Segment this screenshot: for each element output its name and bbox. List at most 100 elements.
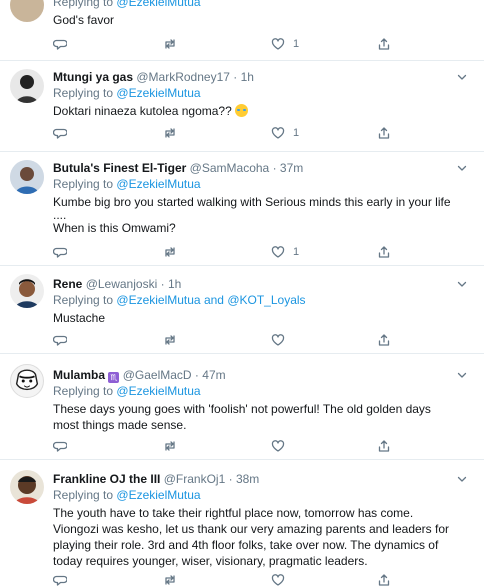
- tweet[interactable]: Replying to @EzekielMutua God's favor 1: [0, 0, 484, 61]
- reply-button[interactable]: [53, 438, 67, 454]
- tweet-header: Mulamba ♏ @GaelMacD · 47m: [53, 368, 226, 383]
- mention-link[interactable]: @EzekielMutua: [116, 177, 200, 191]
- retweet-button[interactable]: [163, 332, 177, 348]
- display-name[interactable]: Butula's Finest El-Tiger: [53, 161, 186, 175]
- tweet-actions: 1: [53, 244, 413, 260]
- tweet-actions: 1: [53, 125, 413, 141]
- reply-icon: [53, 575, 67, 586]
- share-button[interactable]: [377, 572, 391, 588]
- tweet-header: Butula's Finest El-Tiger @SamMacoha · 37…: [53, 161, 304, 175]
- tweet[interactable]: Mulamba ♏ @GaelMacD · 47m Replying to @E…: [0, 354, 484, 460]
- like-button[interactable]: 1: [271, 244, 299, 260]
- user-handle[interactable]: @FrankOj1: [164, 472, 226, 486]
- retweet-icon: [165, 575, 175, 585]
- user-handle[interactable]: @SamMacoha: [190, 161, 270, 175]
- chevron-down-icon[interactable]: [456, 369, 468, 381]
- avatar[interactable]: [10, 69, 44, 103]
- tweet[interactable]: Frankline OJ the III @FrankOj1 · 38m Rep…: [0, 460, 484, 587]
- avatar[interactable]: [10, 364, 44, 398]
- like-button[interactable]: [271, 572, 285, 588]
- timestamp[interactable]: 38m: [236, 472, 259, 486]
- display-name[interactable]: Mulamba: [53, 368, 105, 382]
- like-button[interactable]: [271, 438, 285, 454]
- avatar[interactable]: [10, 274, 44, 308]
- replying-to: Replying to @EzekielMutua: [53, 86, 201, 100]
- like-icon: [271, 334, 285, 346]
- timestamp[interactable]: 1h: [241, 70, 254, 84]
- mention-link[interactable]: @EzekielMutua: [116, 0, 200, 9]
- tweet[interactable]: Rene @Lewanjoski · 1h Replying to @Ezeki…: [0, 266, 484, 354]
- tweet-actions: [53, 572, 413, 588]
- share-icon: [378, 127, 390, 139]
- retweet-icon: [165, 128, 175, 138]
- share-icon: [378, 440, 390, 452]
- like-count: 1: [293, 246, 300, 258]
- avatar[interactable]: [10, 160, 44, 194]
- like-button[interactable]: 1: [271, 125, 299, 141]
- user-handle[interactable]: @Lewanjoski: [86, 277, 158, 291]
- reply-icon: [53, 128, 67, 139]
- laughing-emoji-icon: [235, 104, 249, 117]
- tweet-text: Doktari ninaeza kutolea ngoma??: [53, 103, 470, 119]
- tweet-header: Rene @Lewanjoski · 1h: [53, 277, 182, 291]
- reply-button[interactable]: [53, 36, 67, 52]
- tweet-header: Mtungi ya gas @MarkRodney17 · 1h: [53, 70, 254, 84]
- timestamp[interactable]: 37m: [280, 161, 303, 175]
- chevron-down-icon[interactable]: [456, 71, 468, 83]
- like-icon: [271, 127, 285, 139]
- like-button[interactable]: 1: [271, 36, 299, 52]
- reply-button[interactable]: [53, 244, 67, 260]
- mention-link[interactable]: @EzekielMutua: [116, 488, 200, 502]
- reply-icon: [53, 247, 67, 258]
- avatar[interactable]: [10, 0, 44, 22]
- retweet-icon: [165, 441, 175, 451]
- reply-button[interactable]: [53, 332, 67, 348]
- retweet-icon: [165, 39, 175, 49]
- retweet-button[interactable]: [163, 244, 177, 260]
- tweet-actions: [53, 438, 413, 454]
- tweet[interactable]: Butula's Finest El-Tiger @SamMacoha · 37…: [0, 152, 484, 266]
- retweet-icon: [165, 247, 175, 257]
- like-icon: [271, 246, 285, 258]
- avatar[interactable]: [10, 470, 44, 504]
- share-button[interactable]: [377, 438, 391, 454]
- chevron-down-icon[interactable]: [456, 473, 468, 485]
- timestamp[interactable]: 1h: [168, 277, 181, 291]
- retweet-button[interactable]: [163, 438, 177, 454]
- mention-link[interactable]: @EzekielMutua: [116, 293, 200, 307]
- share-icon: [378, 574, 390, 586]
- user-handle[interactable]: @GaelMacD: [123, 368, 192, 382]
- share-icon: [378, 38, 390, 50]
- retweet-button[interactable]: [163, 572, 177, 588]
- retweet-button[interactable]: [163, 125, 177, 141]
- reply-button[interactable]: [53, 125, 67, 141]
- like-button[interactable]: [271, 332, 285, 348]
- tweet[interactable]: Mtungi ya gas @MarkRodney17 · 1h Replyin…: [0, 61, 484, 152]
- share-button[interactable]: [377, 244, 391, 260]
- like-icon: [271, 38, 285, 50]
- reply-button[interactable]: [53, 572, 67, 588]
- reply-icon: [53, 441, 67, 452]
- like-count: 1: [293, 127, 300, 139]
- user-handle[interactable]: @MarkRodney17: [136, 70, 230, 84]
- mention-link[interactable]: @EzekielMutua: [116, 86, 200, 100]
- mention-link[interactable]: @KOT_Loyals: [227, 293, 305, 307]
- retweet-button[interactable]: [163, 36, 177, 52]
- display-name[interactable]: Mtungi ya gas: [53, 70, 133, 84]
- display-name[interactable]: Frankline OJ the III: [53, 472, 160, 486]
- replying-to: Replying to @EzekielMutua: [53, 384, 201, 398]
- chevron-down-icon[interactable]: [456, 278, 468, 290]
- tweet-text: God's favor: [53, 13, 114, 27]
- retweet-icon: [165, 335, 175, 345]
- share-button[interactable]: [377, 125, 391, 141]
- timestamp[interactable]: 47m: [202, 368, 225, 382]
- mention-link[interactable]: @EzekielMutua: [116, 384, 200, 398]
- share-button[interactable]: [377, 36, 391, 52]
- share-icon: [378, 334, 390, 346]
- replying-to: Replying to @EzekielMutua and @KOT_Loyal…: [53, 293, 306, 307]
- display-name[interactable]: Rene: [53, 277, 82, 291]
- chevron-down-icon[interactable]: [456, 162, 468, 174]
- replying-to: Replying to @EzekielMutua: [53, 0, 470, 10]
- share-button[interactable]: [377, 332, 391, 348]
- like-icon: [271, 574, 285, 586]
